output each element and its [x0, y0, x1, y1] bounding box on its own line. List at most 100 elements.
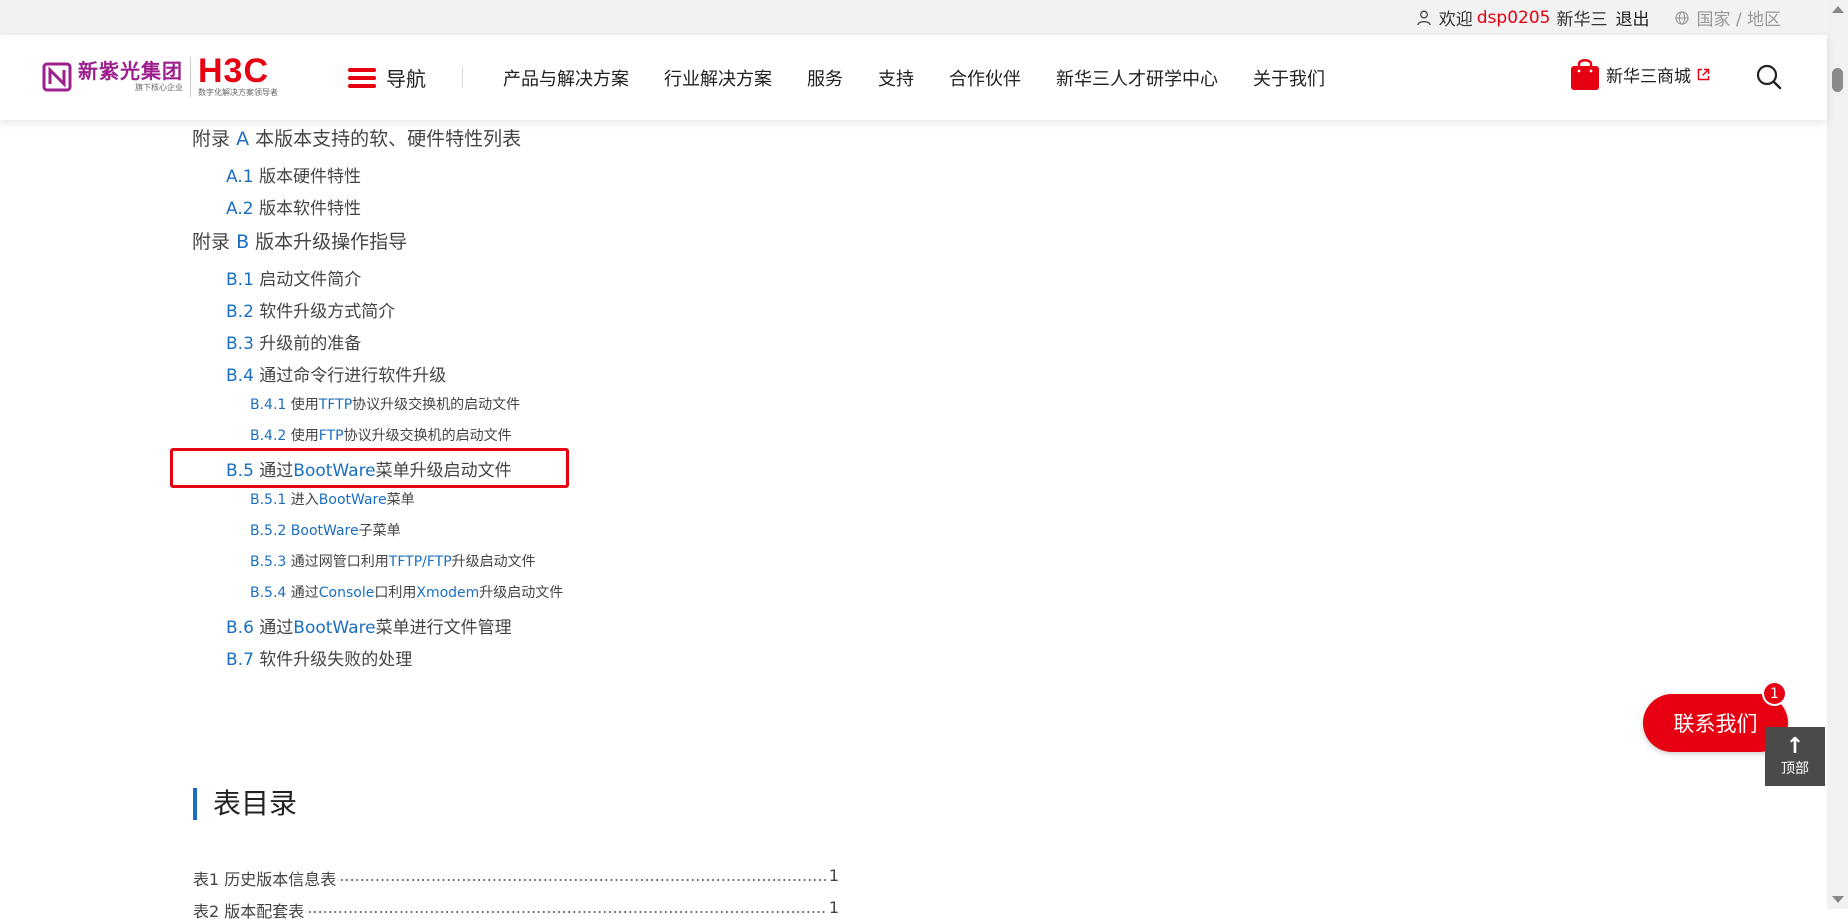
- nav-link-support[interactable]: 支持: [878, 65, 914, 91]
- company-name: 新华三: [1556, 10, 1608, 30]
- nav-link-services[interactable]: 服务: [807, 65, 843, 91]
- page-scrollbar[interactable]: [1827, 0, 1848, 909]
- toc-title: 通过命令行进行软件升级: [259, 366, 447, 386]
- shop-link[interactable]: 新华三商城: [1570, 57, 1710, 91]
- toc-number: B.1: [226, 270, 254, 290]
- shop-label: 新华三商城: [1606, 66, 1691, 87]
- toc-title-part: 升级启动文件: [451, 554, 536, 570]
- toc-number: B.2: [226, 302, 254, 322]
- nav-link-partners[interactable]: 合作伙伴: [949, 65, 1021, 91]
- external-link-icon: [1697, 68, 1710, 80]
- toc-title-part: 协议升级交换机的启动文件: [343, 428, 512, 444]
- toc-title-part: 协议升级交换机的启动文件: [352, 397, 521, 413]
- nav-divider: [462, 66, 463, 88]
- toc-b42[interactable]: B.4.2 使用FTP协议升级交换机的启动文件: [250, 425, 512, 445]
- toc-b2[interactable]: B.2 软件升级方式简介: [226, 297, 395, 322]
- account-area: 欢迎 dsp0205 新华三 退出 国家 / 地区: [1417, 0, 1781, 35]
- toc-title: 启动文件简介: [259, 270, 362, 290]
- nav-link-talent-center[interactable]: 新华三人才研学中心: [1056, 65, 1218, 91]
- toc-title-part: 升级启动文件: [479, 585, 564, 601]
- toc-number: A.1: [226, 167, 254, 187]
- toc-number: B.3: [226, 334, 254, 354]
- toc-b4[interactable]: B.4 通过命令行进行软件升级: [226, 361, 446, 386]
- toc-a2[interactable]: A.2 版本软件特性: [226, 194, 361, 219]
- contact-us-label: 联系我们: [1673, 712, 1758, 736]
- nav-link-products[interactable]: 产品与解决方案: [503, 65, 629, 91]
- toc-title-part: 菜单: [386, 492, 415, 508]
- scroll-down-arrow-icon[interactable]: [1832, 896, 1844, 903]
- back-to-top-label: 顶部: [1781, 760, 1809, 777]
- utility-bar: 欢迎 dsp0205 新华三 退出 国家 / 地区: [0, 0, 1827, 35]
- toc-number: A: [236, 128, 250, 150]
- toc-title-part: 通过: [290, 585, 319, 601]
- toc-b54[interactable]: B.5.4 通过Console口利用Xmodem升级启动文件: [250, 582, 563, 602]
- toc-title-term: BootWare: [293, 618, 376, 638]
- shopping-bag-icon: [1571, 59, 1599, 90]
- toc-title-part: 口利用: [374, 585, 417, 601]
- toc-number: B.4: [226, 366, 254, 386]
- toc-b53[interactable]: B.5.3 通过网管口利用TFTP/FTP升级启动文件: [250, 551, 536, 571]
- toc-title-part: 通过网管口利用: [290, 554, 389, 570]
- toc-number: B.7: [226, 650, 254, 670]
- toc-a1[interactable]: A.1 版本硬件特性: [226, 162, 361, 187]
- main-header: 新紫光集团 旗下核心企业 H3C 数字化解决方案领导者 导航 产品与解决方案 行…: [0, 35, 1827, 120]
- toc-title-term: Console: [318, 585, 375, 601]
- nav-link-industry[interactable]: 行业解决方案: [664, 65, 772, 91]
- toc-b52[interactable]: B.5.2 BootWare子菜单: [250, 520, 401, 540]
- toc-b41[interactable]: B.4.1 使用TFTP协议升级交换机的启动文件: [250, 394, 520, 414]
- hamburger-icon: [348, 67, 376, 88]
- toc-b7[interactable]: B.7 软件升级失败的处理: [226, 645, 412, 670]
- toc-appendix-a[interactable]: 附录 A 本版本支持的软、硬件特性列表: [192, 124, 521, 151]
- toc-number: B.5.3: [250, 554, 287, 570]
- h3c-brand-text: H3C: [198, 52, 270, 90]
- region-selector[interactable]: 国家 / 地区: [1675, 5, 1781, 30]
- toc-b3[interactable]: B.3 升级前的准备: [226, 329, 361, 354]
- site-logo[interactable]: 新紫光集团 旗下核心企业 H3C 数字化解决方案领导者: [42, 52, 278, 99]
- toc-appendix-b[interactable]: 附录 B 版本升级操作指导: [192, 227, 407, 254]
- highlight-annotation-box: [170, 448, 569, 488]
- toc-title-part: 进入: [290, 492, 319, 508]
- toc-title: 版本升级操作指导: [255, 231, 408, 253]
- toc-title: 版本硬件特性: [258, 167, 361, 187]
- unis-brand-text: 新紫光集团: [78, 59, 183, 83]
- user-icon: [1417, 10, 1431, 25]
- toc-prefix: 附录: [192, 128, 231, 150]
- toc-number: B.5.4: [250, 585, 287, 601]
- table-list-item[interactable]: 表2 版本配套表 ...............................…: [193, 898, 839, 922]
- unis-logo-icon: [42, 62, 72, 92]
- search-button[interactable]: [1756, 64, 1782, 94]
- nav-link-about[interactable]: 关于我们: [1253, 65, 1325, 91]
- toc-title-part: 使用: [290, 428, 319, 444]
- table-list-label: 表1 历史版本信息表: [193, 870, 337, 889]
- arrow-up-icon: ↑: [1785, 733, 1805, 759]
- toc-number: B.4.2: [250, 428, 287, 444]
- table-of-tables-heading: 表目录: [193, 788, 297, 820]
- username-link[interactable]: dsp0205: [1477, 8, 1551, 28]
- welcome-text: 欢迎: [1438, 10, 1473, 30]
- scroll-up-arrow-icon[interactable]: [1832, 6, 1844, 13]
- toc-title-term: TFTP/FTP: [388, 554, 452, 570]
- toc-b1[interactable]: B.1 启动文件简介: [226, 265, 361, 290]
- toc-b6[interactable]: B.6 通过BootWare菜单进行文件管理: [226, 613, 512, 638]
- toc-title-term: BootWare: [290, 523, 359, 539]
- toc-title-term: FTP: [318, 428, 344, 444]
- toc-title-term: Xmodem: [416, 585, 480, 601]
- toc-b51[interactable]: B.5.1 进入BootWare菜单: [250, 489, 415, 509]
- toc-number: B.6: [226, 618, 254, 638]
- toc-prefix: 附录: [192, 231, 231, 253]
- logout-link[interactable]: 退出: [1615, 5, 1649, 30]
- table-list-page: 1: [828, 898, 839, 917]
- leader-dots: ........................................…: [307, 898, 826, 917]
- unis-subtitle: 旗下核心企业: [135, 83, 183, 92]
- toc-title-part: 子菜单: [358, 523, 401, 539]
- toc-title-part: 通过: [259, 618, 294, 638]
- globe-icon: [1675, 10, 1690, 25]
- nav-menu-toggle[interactable]: 导航: [348, 63, 426, 92]
- table-list-item[interactable]: 表1 历史版本信息表 .............................…: [193, 866, 839, 890]
- primary-nav: 产品与解决方案 行业解决方案 服务 支持 合作伙伴 新华三人才研学中心 关于我们: [503, 35, 1360, 120]
- toc-number: B: [236, 231, 250, 253]
- back-to-top-button[interactable]: ↑ 顶部: [1765, 727, 1825, 786]
- toc-title-part: 使用: [290, 397, 319, 413]
- notification-badge: 1: [1762, 681, 1787, 706]
- scroll-thumb[interactable]: [1832, 68, 1843, 92]
